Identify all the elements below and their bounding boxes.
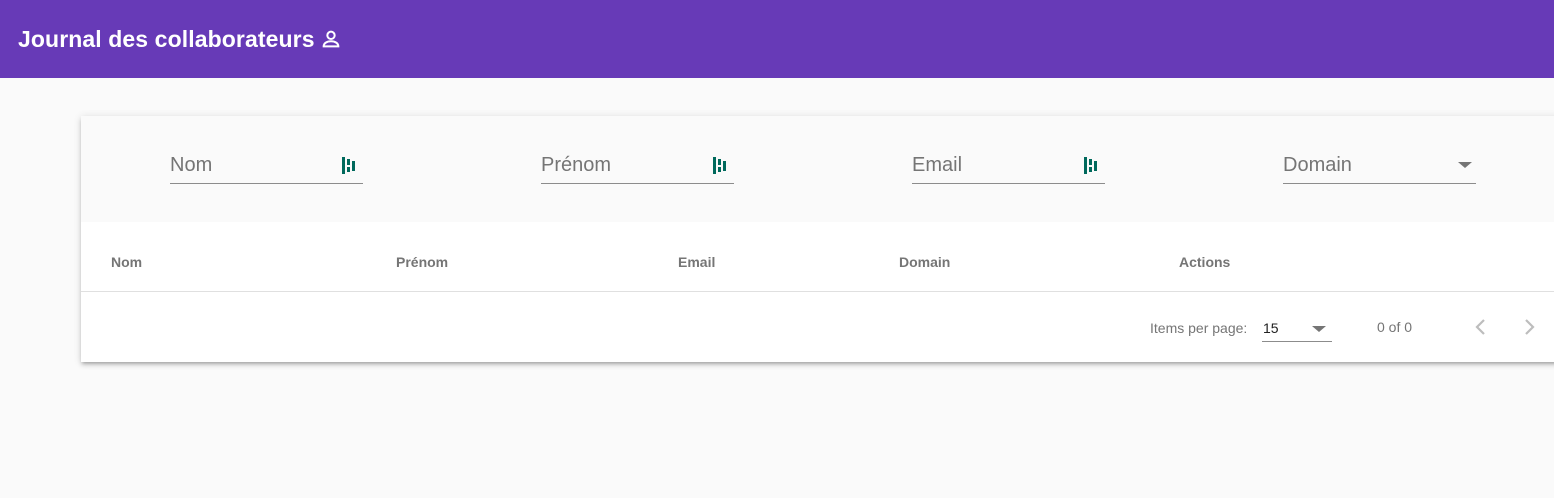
collaborators-card: Nom Prénom Email Domain Nom Prénom Email… [81, 116, 1554, 362]
chevron-left-icon [1475, 319, 1485, 335]
nom-filter-field[interactable]: Nom [170, 142, 363, 184]
top-toolbar: Journal des collaborateurs [0, 0, 1554, 78]
table-header-row: Nom Prénom Email Domain Actions [81, 222, 1554, 292]
column-header-nom[interactable]: Nom [111, 254, 142, 270]
fingerprint-icon[interactable] [342, 157, 355, 174]
previous-page-button[interactable] [1465, 312, 1495, 342]
items-per-page-value: 15 [1263, 320, 1279, 336]
column-header-actions: Actions [1179, 254, 1231, 270]
caret-down-icon [1312, 326, 1326, 332]
domain-select-placeholder: Domain [1283, 154, 1352, 176]
chevron-right-icon [1525, 319, 1535, 335]
prenom-filter-field[interactable]: Prénom [541, 142, 734, 184]
email-filter-placeholder: Email [912, 154, 963, 176]
page-title: Journal des collaborateurs [18, 25, 315, 52]
range-label: 0 of 0 [1377, 319, 1413, 335]
items-per-page-label: Items per page: [1150, 320, 1248, 336]
nom-filter-placeholder: Nom [170, 154, 213, 176]
prenom-filter-placeholder: Prénom [541, 154, 612, 176]
person-icon [320, 28, 342, 50]
email-filter-field[interactable]: Email [912, 142, 1105, 184]
fingerprint-icon[interactable] [1084, 157, 1097, 174]
domain-select[interactable]: Domain [1283, 142, 1476, 184]
filter-bar: Nom Prénom Email Domain [81, 116, 1554, 222]
items-per-page-select[interactable]: 15 [1262, 318, 1332, 342]
next-page-button[interactable] [1515, 312, 1545, 342]
fingerprint-icon[interactable] [713, 157, 726, 174]
paginator: Items per page: 15 0 of 0 [81, 292, 1554, 362]
column-header-domain[interactable]: Domain [899, 254, 950, 270]
column-header-prenom[interactable]: Prénom [396, 254, 448, 270]
column-header-email[interactable]: Email [678, 254, 715, 270]
caret-down-icon [1458, 162, 1472, 168]
